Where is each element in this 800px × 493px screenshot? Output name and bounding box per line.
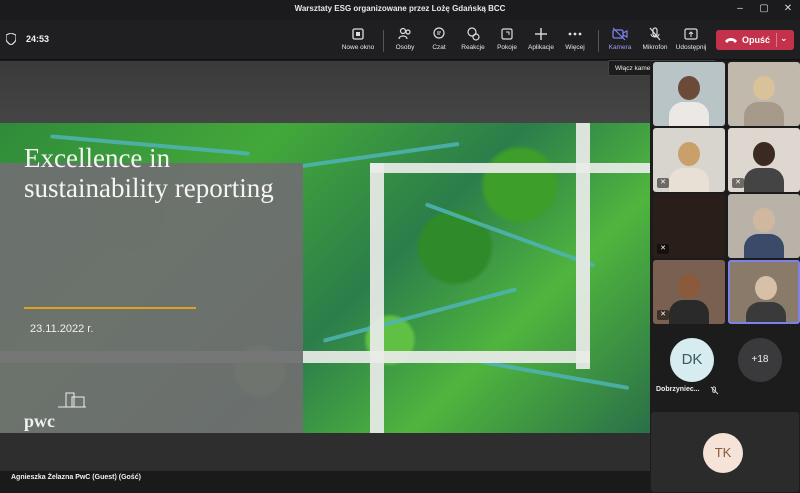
participant-video-tile[interactable]: ✕ xyxy=(728,128,800,192)
participant-body xyxy=(669,102,709,126)
frame-bar xyxy=(576,123,590,369)
reactions-icon xyxy=(467,27,480,41)
toolbar-divider xyxy=(383,30,384,52)
participant-head xyxy=(753,142,775,166)
new-window-button[interactable]: Nowe okno xyxy=(340,26,376,56)
participant-body xyxy=(669,300,709,324)
participant-body xyxy=(744,102,784,126)
participant-video-tile[interactable]: ✕ xyxy=(653,128,725,192)
frame-bar xyxy=(370,163,650,173)
speaker-name-label: Agnieszka Żelazna PwC (Guest) (Gość) xyxy=(6,471,146,487)
meeting-toolbar: 24:53 Nowe okno Osoby Czat Reakcje Pokoj… xyxy=(0,20,800,60)
new-window-label: Nowe okno xyxy=(341,44,375,51)
participant-video-tile[interactable] xyxy=(728,194,800,258)
minimize-button[interactable]: – xyxy=(732,2,748,16)
river-decoration xyxy=(322,287,518,343)
mic-off-icon: ✕ xyxy=(657,244,669,254)
window-title: Warsztaty ESG organizowane przez Lożę Gd… xyxy=(294,4,506,13)
share-icon xyxy=(684,28,698,40)
stage-background xyxy=(0,61,650,123)
close-button[interactable]: ✕ xyxy=(780,2,796,16)
active-speaker-tile[interactable] xyxy=(728,260,800,324)
overflow-participants-button[interactable]: +18 xyxy=(738,338,782,382)
participant-video-tile[interactable] xyxy=(728,62,800,126)
meeting-timer: 24:53 xyxy=(26,34,50,44)
leave-button[interactable]: Opuść ⌄ xyxy=(716,30,794,50)
frame-bar xyxy=(370,163,384,433)
participant-video-tile[interactable]: ✕ xyxy=(653,194,725,258)
river-decoration xyxy=(480,360,630,390)
people-button[interactable]: Osoby xyxy=(392,26,418,56)
leave-label: Opuść xyxy=(742,35,771,45)
participant-head xyxy=(678,76,700,100)
participant-head xyxy=(755,276,777,300)
maximize-button[interactable]: ▢ xyxy=(756,2,772,16)
participant-body xyxy=(669,168,709,192)
chat-label: Czat xyxy=(432,44,446,51)
mic-off-icon xyxy=(649,27,661,41)
slide-divider xyxy=(24,307,196,309)
camera-button[interactable]: Kamera xyxy=(606,26,634,56)
slide-title: Excellence in sustainability reporting xyxy=(24,143,274,203)
slide-date: 23.11.2022 r. xyxy=(30,323,94,335)
slide-text-panel xyxy=(0,163,303,433)
share-button[interactable]: Udostępnij xyxy=(674,26,708,56)
reactions-button[interactable]: Reakcje xyxy=(458,26,488,56)
mic-off-icon xyxy=(710,386,719,395)
camera-off-icon xyxy=(612,27,628,41)
teams-meeting-window: { "window": { "title": "Warsztaty ESG or… xyxy=(0,0,800,493)
avatar-tk: TK xyxy=(703,433,743,473)
river-decoration xyxy=(424,202,596,268)
participant-head xyxy=(753,76,775,100)
share-label: Udostępnij xyxy=(675,44,707,51)
rooms-label: Pokoje xyxy=(497,44,517,51)
mic-off-icon: ✕ xyxy=(732,178,744,188)
participant-head xyxy=(678,274,700,298)
more-icon xyxy=(568,32,582,36)
participant-head xyxy=(678,142,700,166)
leave-divider xyxy=(776,33,777,47)
mic-off-icon: ✕ xyxy=(657,178,669,188)
hang-up-icon xyxy=(725,38,737,43)
rooms-icon xyxy=(501,28,513,40)
apps-label: Aplikacje xyxy=(527,44,554,51)
reactions-label: Reakcje xyxy=(461,44,485,51)
more-button[interactable]: Więcej xyxy=(562,26,588,56)
chat-icon xyxy=(433,27,445,39)
shield-icon xyxy=(6,33,16,45)
rooms-button[interactable]: Pokoje xyxy=(494,26,520,56)
participant-video-tile[interactable]: ✕ xyxy=(653,260,725,324)
people-label: Osoby xyxy=(395,44,415,51)
stage-bottom-bar xyxy=(0,433,650,471)
mic-off-icon: ✕ xyxy=(657,310,669,320)
apps-button[interactable]: Aplikacje xyxy=(526,26,556,56)
microphone-button[interactable]: Mikrofon xyxy=(640,26,670,56)
shared-content-stage: Excellence in sustainability reporting 2… xyxy=(0,61,650,471)
toolbar-divider xyxy=(598,30,599,52)
camera-label: Kamera xyxy=(608,44,632,51)
chevron-down-icon[interactable]: ⌄ xyxy=(780,33,788,44)
avatar-dk[interactable]: DK xyxy=(670,338,714,382)
chat-button[interactable]: Czat xyxy=(426,26,452,56)
participant-body xyxy=(746,302,786,322)
new-window-icon xyxy=(352,28,364,40)
participant-head xyxy=(753,208,775,232)
pwc-logo-text: pwc xyxy=(24,411,55,431)
microphone-label: Mikrofon xyxy=(642,44,668,51)
pwc-logo-mark xyxy=(58,392,86,408)
people-icon xyxy=(398,27,411,40)
participant-body xyxy=(744,234,784,258)
more-label: Więcej xyxy=(565,44,585,51)
participant-name: Dobrzyniec... xyxy=(656,386,700,393)
plus-icon xyxy=(535,28,547,40)
participant-video-tile[interactable] xyxy=(653,62,725,126)
participant-body xyxy=(744,168,784,192)
title-bar: Warsztaty ESG organizowane przez Lożę Gd… xyxy=(0,0,800,20)
